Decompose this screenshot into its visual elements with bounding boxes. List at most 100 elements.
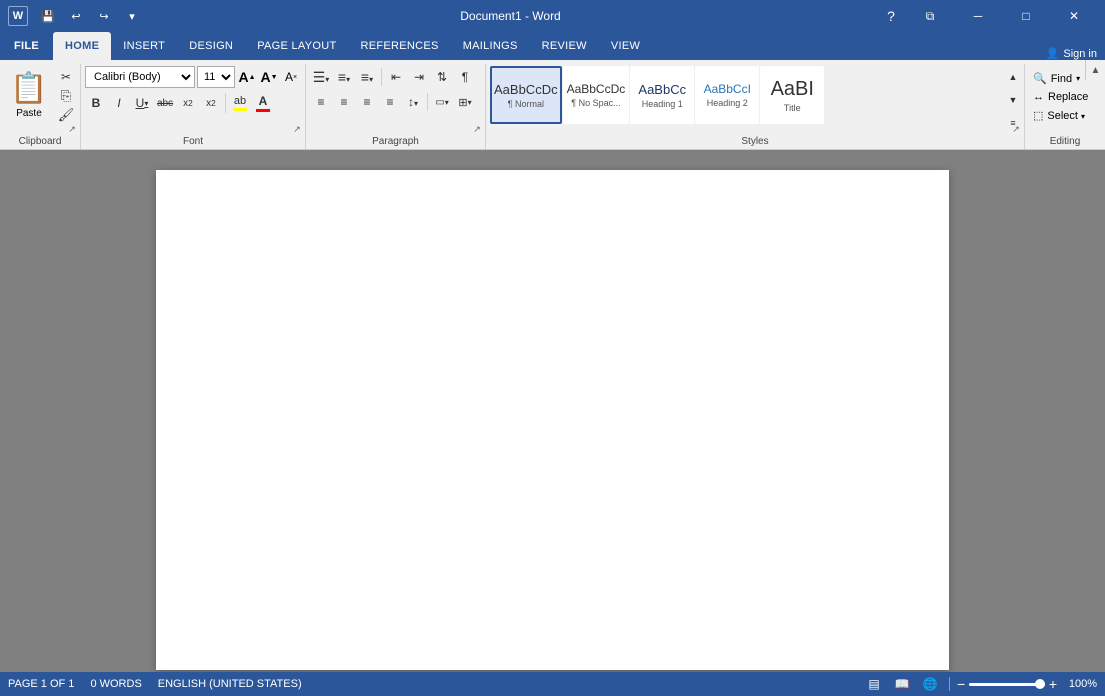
justify-button[interactable]: ≡ [379, 91, 401, 113]
tab-view[interactable]: VIEW [599, 32, 652, 60]
styles-scroll-up[interactable]: ▲ [1006, 68, 1020, 86]
font-grow-button[interactable]: A▲ [237, 67, 257, 87]
subscript-button[interactable]: x2 [177, 92, 199, 114]
select-button[interactable]: ⬚ Select ▾ [1029, 107, 1089, 124]
paragraph-label: Paragraph [310, 134, 481, 149]
shading-button[interactable]: ▭ [431, 91, 453, 113]
ribbon-collapse-button[interactable]: ▲ [1085, 60, 1105, 80]
style-heading2[interactable]: AaBbCcI Heading 2 [695, 66, 759, 124]
tab-design[interactable]: DESIGN [177, 32, 245, 60]
view-separator [949, 677, 950, 691]
show-marks-button[interactable]: ¶ [454, 66, 476, 88]
sort-button[interactable]: ⇅ [431, 66, 453, 88]
replace-button[interactable]: ↔ Replace [1029, 89, 1092, 105]
styles-expand[interactable]: ↗ [1010, 123, 1022, 135]
select-icon: ⬚ [1033, 109, 1043, 122]
format-painter-button[interactable]: 🖌 [56, 106, 76, 124]
document-page[interactable] [156, 170, 949, 670]
styles-scroll-down[interactable]: ▼ [1006, 91, 1020, 109]
restore-down-button[interactable]: ⧉ [907, 0, 953, 32]
italic-button[interactable]: I [108, 92, 130, 114]
increase-indent-button[interactable]: ⇥ [408, 66, 430, 88]
style-normal[interactable]: AaBbCcDc ¶ Normal [490, 66, 562, 124]
strikethrough-button[interactable]: abc [154, 92, 176, 114]
clear-formatting-button[interactable]: A× [281, 67, 301, 87]
word-count[interactable]: 0 WORDS [90, 678, 141, 690]
align-center-button[interactable]: ≡ [333, 91, 355, 113]
para-bottom-row: ≡ ≡ ≡ ≡ ↕ ▭ ⊞ [310, 91, 476, 113]
font-shrink-button[interactable]: A▼ [259, 67, 279, 87]
zoom-percent[interactable]: 100% [1061, 678, 1097, 690]
user-icon: 👤 [1046, 47, 1060, 60]
font-face-select[interactable]: Calibri (Body) [85, 66, 195, 88]
undo-quick-button[interactable]: ↩ [64, 4, 88, 28]
page-status[interactable]: PAGE 1 OF 1 [8, 678, 74, 690]
customize-quick-button[interactable]: ▾ [120, 4, 144, 28]
tab-page-layout[interactable]: PAGE LAYOUT [245, 32, 348, 60]
superscript-button[interactable]: x2 [200, 92, 222, 114]
style-no-spacing[interactable]: AaBbCcDc ¶ No Spac... [563, 66, 630, 124]
print-layout-view-button[interactable]: ▤ [862, 675, 886, 693]
paste-icon: 📋 [10, 71, 47, 106]
font-color-button[interactable]: A [252, 91, 274, 115]
paste-button[interactable]: 📋 Paste [4, 66, 54, 124]
font-content: Calibri (Body) 11 A▲ A▼ A× B I U▾ abc x2… [85, 66, 301, 134]
align-right-button[interactable]: ≡ [356, 91, 378, 113]
find-icon: 🔍 [1033, 72, 1047, 85]
copy-button[interactable]: ⎘ [56, 87, 76, 105]
font-expand[interactable]: ↗ [291, 123, 303, 135]
zoom-in-button[interactable]: + [1049, 676, 1057, 692]
app-icon[interactable]: W [8, 6, 28, 26]
font-size-select[interactable]: 11 [197, 66, 235, 88]
minimize-button[interactable]: ─ [955, 0, 1001, 32]
find-button[interactable]: 🔍 Find ▾ [1029, 70, 1084, 87]
clipboard-expand[interactable]: ↗ [66, 123, 78, 135]
redo-quick-button[interactable]: ↪ [92, 4, 116, 28]
close-button[interactable]: ✕ [1051, 0, 1097, 32]
zoom-slider-thumb[interactable] [1035, 679, 1045, 689]
status-right: ▤ 📖 🌐 − + 100% [862, 675, 1097, 693]
status-bar: PAGE 1 OF 1 0 WORDS ENGLISH (UNITED STAT… [0, 672, 1105, 696]
title-bar-controls: ? ⧉ ─ □ ✕ [877, 0, 1097, 32]
zoom-slider-track[interactable] [969, 683, 1045, 686]
title-bar: W 💾 ↩ ↪ ▾ Document1 - Word ? ⧉ ─ □ ✕ [0, 0, 1105, 32]
style-title[interactable]: AaBI Title [760, 66, 824, 124]
cut-button[interactable]: ✂ [56, 68, 76, 86]
bold-button[interactable]: B [85, 92, 107, 114]
clipboard-group: 📋 Paste ✂ ⎘ 🖌 Clipboard ↗ [0, 64, 81, 149]
tab-insert[interactable]: INSERT [111, 32, 177, 60]
align-left-button[interactable]: ≡ [310, 91, 332, 113]
zoom-out-button[interactable]: − [957, 676, 965, 692]
ribbon: 📋 Paste ✂ ⎘ 🖌 Clipboard ↗ Calibri (Body)… [0, 60, 1105, 150]
paragraph-expand[interactable]: ↗ [471, 123, 483, 135]
tab-review[interactable]: REVIEW [530, 32, 599, 60]
help-button[interactable]: ? [877, 2, 905, 30]
underline-button[interactable]: U▾ [131, 92, 153, 114]
web-layout-button[interactable]: 🌐 [918, 675, 942, 693]
font-label: Font [85, 134, 301, 149]
font-format-row: B I U▾ abc x2 x2 ab A [85, 91, 274, 115]
multilevel-list-button[interactable]: ≡ [356, 66, 378, 88]
maximize-button[interactable]: □ [1003, 0, 1049, 32]
tab-references[interactable]: REFERENCES [349, 32, 451, 60]
sign-in[interactable]: 👤 Sign in [1046, 47, 1105, 60]
line-spacing-button[interactable]: ↕ [402, 91, 424, 113]
save-quick-button[interactable]: 💾 [36, 4, 60, 28]
style-h2-preview: AaBbCcI [704, 82, 751, 96]
text-highlight-button[interactable]: ab [229, 91, 251, 115]
style-heading1[interactable]: AaBbCc Heading 1 [630, 66, 694, 124]
decrease-indent-button[interactable]: ⇤ [385, 66, 407, 88]
language[interactable]: ENGLISH (UNITED STATES) [158, 678, 302, 690]
select-label: Select ▾ [1047, 110, 1085, 122]
paragraph-group: ☰ ≡ ≡ ⇤ ⇥ ⇅ ¶ ≡ ≡ ≡ ≡ ↕ ▭ ⊞ Paragraph ↗ [306, 64, 486, 149]
borders-button[interactable]: ⊞ [454, 91, 476, 113]
tab-file[interactable]: FILE [0, 32, 53, 60]
styles-content: AaBbCcDc ¶ Normal AaBbCcDc ¶ No Spac... … [490, 66, 1020, 134]
style-title-label: Title [784, 103, 801, 113]
paragraph-content: ☰ ≡ ≡ ⇤ ⇥ ⇅ ¶ ≡ ≡ ≡ ≡ ↕ ▭ ⊞ [310, 66, 481, 134]
numbering-button[interactable]: ≡ [333, 66, 355, 88]
bullets-button[interactable]: ☰ [310, 66, 332, 88]
tab-home[interactable]: HOME [53, 32, 111, 60]
read-mode-button[interactable]: 📖 [890, 675, 914, 693]
tab-mailings[interactable]: MAILINGS [451, 32, 530, 60]
